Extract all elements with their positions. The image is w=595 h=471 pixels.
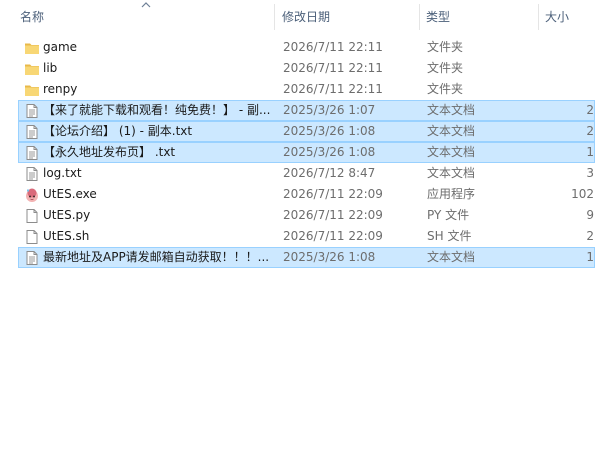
file-name: 【来了就能下载和观看！纯免费！】 - 副... (43, 103, 271, 117)
file-size (539, 59, 594, 78)
file-row[interactable]: UtES.exe 2026/7/11 22:09 应用程序 102 (18, 184, 595, 205)
file-type: SH 文件 (427, 229, 472, 243)
file-modified-date: 2026/7/11 22:11 (283, 40, 383, 54)
file-row[interactable]: 【来了就能下载和观看！纯免费！】 - 副... 2025/3/26 1:07 文本文… (18, 100, 595, 121)
file-name: 最新地址及APP请发邮箱自动获取！！！... (43, 250, 270, 264)
column-header-bar: 名称 修改日期 类型 大小 (0, 0, 595, 34)
file-type: 文件夹 (427, 61, 464, 75)
chevron-up-icon[interactable] (140, 0, 152, 10)
file-type: PY 文件 (427, 208, 470, 222)
file-modified-date: 2025/3/26 1:07 (283, 103, 376, 117)
file-size: 1 (586, 145, 594, 159)
file-type: 文本文档 (427, 250, 476, 264)
file-size (539, 38, 594, 57)
file-name: 【论坛介绍】 (1) - 副本.txt (43, 124, 193, 138)
file-row[interactable]: log.txt 2026/7/12 8:47 文本文档 3 (18, 163, 595, 184)
file-row[interactable]: 最新地址及APP请发邮箱自动获取！！！... 2025/3/26 1:08 文本文档… (18, 247, 595, 268)
file-name: renpy (43, 82, 78, 96)
folder-icon (24, 61, 40, 77)
text-file-icon (24, 250, 40, 266)
file-name: UtES.py (43, 208, 91, 222)
file-modified-date: 2026/7/12 8:47 (283, 166, 376, 180)
file-type: 文本文档 (427, 103, 476, 117)
file-row[interactable]: game 2026/7/11 22:11 文件夹 (18, 37, 595, 58)
folder-icon (24, 40, 40, 56)
file-name: lib (43, 61, 58, 75)
file-type: 应用程序 (427, 187, 476, 201)
file-type: 文本文档 (427, 166, 476, 180)
file-explorer: 名称 修改日期 类型 大小 game 2026/7/11 22:11 文件夹 lib 2… (0, 0, 595, 471)
text-file-icon (24, 145, 40, 161)
text-file-icon (24, 124, 40, 140)
file-row[interactable]: 【永久地址发布页】 .txt 2025/3/26 1:08 文本文档 1 (18, 142, 595, 163)
file-row[interactable]: UtES.sh 2026/7/11 22:09 SH 文件 2 (18, 226, 595, 247)
file-name: log.txt (43, 166, 82, 180)
file-row[interactable]: lib 2026/7/11 22:11 文件夹 (18, 58, 595, 79)
file-name: UtES.sh (43, 229, 90, 243)
folder-icon (24, 82, 40, 98)
file-size: 2 (586, 229, 594, 243)
column-header-name[interactable]: 名称 (20, 0, 44, 34)
column-header-date[interactable]: 修改日期 (282, 0, 330, 34)
column-header-size[interactable]: 大小 (545, 0, 569, 34)
text-file-icon (24, 103, 40, 119)
file-row[interactable]: UtES.py 2026/7/11 22:09 PY 文件 9 (18, 205, 595, 226)
file-size: 2 (586, 124, 594, 138)
file-modified-date: 2025/3/26 1:08 (283, 124, 376, 138)
application-icon (24, 187, 40, 203)
blank-file-icon (24, 208, 40, 224)
file-type: 文件夹 (427, 82, 464, 96)
column-divider[interactable] (538, 4, 539, 30)
file-name: 【永久地址发布页】 .txt (43, 145, 176, 159)
file-modified-date: 2026/7/11 22:09 (283, 187, 383, 201)
file-row[interactable]: 【论坛介绍】 (1) - 副本.txt 2025/3/26 1:08 文本文档 2 (18, 121, 595, 142)
file-size: 2 (586, 103, 594, 117)
file-type: 文本文档 (427, 145, 476, 159)
file-modified-date: 2025/3/26 1:08 (283, 250, 376, 264)
file-type: 文件夹 (427, 40, 464, 54)
column-divider[interactable] (419, 4, 420, 30)
file-name: game (43, 40, 78, 54)
blank-file-icon (24, 229, 40, 245)
file-size (539, 80, 594, 99)
file-size: 1 (586, 250, 594, 264)
file-modified-date: 2026/7/11 22:11 (283, 61, 383, 75)
file-size: 9 (586, 208, 594, 222)
column-divider[interactable] (274, 4, 275, 30)
column-header-type[interactable]: 类型 (426, 0, 450, 34)
file-name: UtES.exe (43, 187, 97, 201)
file-modified-date: 2026/7/11 22:09 (283, 229, 383, 243)
file-modified-date: 2026/7/11 22:11 (283, 82, 383, 96)
file-type: 文本文档 (427, 124, 476, 138)
file-modified-date: 2025/3/26 1:08 (283, 145, 376, 159)
file-size: 102 (571, 187, 594, 201)
file-size: 3 (586, 166, 594, 180)
file-row[interactable]: renpy 2026/7/11 22:11 文件夹 (18, 79, 595, 100)
file-modified-date: 2026/7/11 22:09 (283, 208, 383, 222)
text-file-icon (24, 166, 40, 182)
